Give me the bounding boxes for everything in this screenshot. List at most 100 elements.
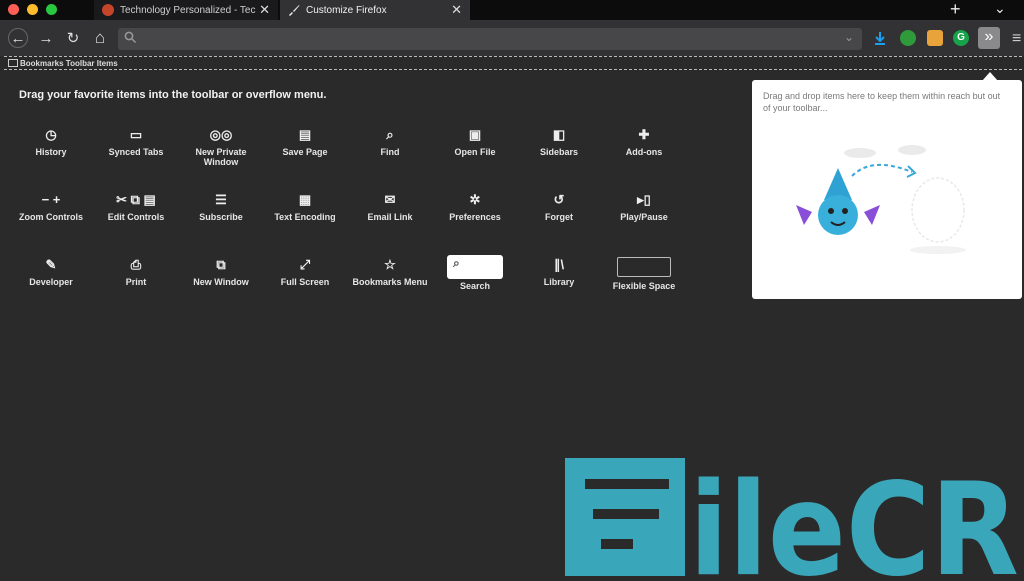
tab-technology-personalized[interactable]: Technology Personalized - Tec ✕ (94, 0, 278, 20)
palette-item-label: Add-ons (625, 147, 663, 157)
palette-item-flexible-space[interactable]: Flexible Space (604, 255, 684, 291)
palette-item-label: Text Encoding (274, 212, 336, 222)
reload-button[interactable]: ↻ (63, 28, 83, 48)
palette-item-label: Save Page (282, 147, 328, 157)
palette-item-label: Full Screen (280, 277, 330, 287)
tab-title: Customize Firefox (306, 4, 387, 16)
palette-item-new-window[interactable]: ⧉ New Window (181, 255, 261, 287)
text-encoding-icon: ▦ (298, 192, 312, 207)
palette-item-label: Forget (545, 212, 573, 222)
svg-text:ileCR: ileCR (689, 456, 1019, 576)
play-pause-icon: ▸▯ (637, 192, 651, 207)
bookmarks-menu-icon: ☆ (384, 257, 396, 272)
palette-item-bookmarks-menu[interactable]: ☆ Bookmarks Menu (350, 255, 430, 287)
palette-item-label: New Window (193, 277, 249, 287)
close-window-button[interactable] (8, 4, 19, 15)
palette-item-label: Zoom Controls (19, 212, 83, 222)
palette-item-label: Preferences (449, 212, 501, 222)
palette-item-find[interactable]: ⌕ Find (350, 125, 430, 157)
addons-icon: ✚ (638, 127, 650, 142)
palette-item-add-ons[interactable]: ✚ Add-ons (604, 125, 684, 157)
preferences-icon: ✲ (469, 192, 481, 207)
home-button[interactable]: ⌂ (90, 28, 110, 48)
chevron-down-icon[interactable]: ⌄ (844, 30, 854, 44)
palette-item-label: New Private Window (195, 147, 247, 167)
palette-item-developer[interactable]: ✎ Developer (11, 255, 91, 287)
palette-item-open-file[interactable]: ▣ Open File (435, 125, 515, 157)
zoom-window-button[interactable] (46, 4, 57, 15)
filecr-watermark: ileCR (563, 456, 1023, 581)
site-favicon-icon (102, 4, 114, 16)
print-icon: ⎙ (130, 257, 142, 272)
palette-item-label: Flexible Space (612, 281, 676, 291)
palette-item-edit-controls[interactable]: ✂ ⧉ ▤ Edit Controls (96, 190, 176, 222)
tab-customize-firefox[interactable]: Customize Firefox ✕ (280, 0, 470, 20)
sidebars-icon: ◧ (552, 127, 566, 142)
palette-item-history[interactable]: ◷ History (11, 125, 91, 157)
grammarly-icon[interactable]: G (953, 30, 969, 46)
palette-item-sidebars[interactable]: ◧ Sidebars (519, 125, 599, 157)
palette-item-play-pause[interactable]: ▸▯ Play/Pause (604, 190, 684, 222)
palette-item-new-private-window[interactable]: ◎◎ New Private Window (181, 125, 261, 167)
palette-item-label: Synced Tabs (108, 147, 164, 157)
bookmarks-toolbar-label: Bookmarks Toolbar Items (20, 58, 118, 68)
tab-title: Technology Personalized - Tec (120, 4, 256, 16)
overflow-panel[interactable]: Drag and drop items here to keep them wi… (752, 80, 1022, 299)
tab-bar: Technology Personalized - Tec ✕ Customiz… (0, 0, 1024, 20)
palette-item-label: Sidebars (539, 147, 579, 157)
palette-item-label: Print (125, 277, 147, 287)
palette-item-full-screen[interactable]: ⤢ Full Screen (265, 255, 345, 287)
url-bar[interactable]: ⌄ (118, 28, 862, 50)
extension-green-icon[interactable] (900, 30, 916, 46)
palette-item-label: Search (459, 281, 491, 291)
hamburger-menu-icon[interactable]: ≡ (1012, 30, 1024, 47)
palette-item-synced-tabs[interactable]: ▭ Synced Tabs (96, 125, 176, 157)
customize-heading: Drag your favorite items into the toolba… (19, 89, 327, 101)
tab-close-button[interactable]: ✕ (259, 2, 270, 18)
developer-icon: ✎ (45, 257, 57, 272)
bookmarks-toolbar[interactable]: Bookmarks Toolbar Items (4, 56, 1022, 70)
palette-item-forget[interactable]: ↺ Forget (519, 190, 599, 222)
palette-item-label: Find (380, 147, 400, 157)
palette-item-subscribe[interactable]: ☰ Subscribe (181, 190, 261, 222)
palette-item-save-page[interactable]: ▤ Save Page (265, 125, 345, 157)
palette-item-label: Edit Controls (107, 212, 165, 222)
find-icon: ⌕ (386, 127, 394, 142)
extension-orange-icon[interactable] (927, 30, 943, 46)
firefox-dragon-illustration (796, 145, 966, 254)
palette-item-label: History (35, 147, 67, 157)
palette-item-label: Email Link (367, 212, 413, 222)
minimize-window-button[interactable] (27, 4, 38, 15)
palette-item-label: Open File (454, 147, 496, 157)
forward-button[interactable]: → (36, 28, 56, 48)
back-button[interactable]: ← (8, 28, 28, 48)
forget-icon: ↺ (553, 192, 565, 207)
private-window-icon: ◎◎ (209, 127, 233, 142)
zoom-controls-icon: − + (41, 192, 61, 207)
palette-item-email-link[interactable]: ✉ Email Link (350, 190, 430, 222)
palette-item-search[interactable]: ⌕ Search (435, 255, 515, 291)
palette-item-library[interactable]: ∥\ Library (519, 255, 599, 287)
palette-item-text-encoding[interactable]: ▦ Text Encoding (265, 190, 345, 222)
palette-item-preferences[interactable]: ✲ Preferences (435, 190, 515, 222)
palette-item-label: Bookmarks Menu (352, 277, 428, 287)
search-icon (124, 31, 137, 49)
download-icon[interactable] (872, 30, 888, 46)
palette-item-label: Developer (29, 277, 73, 287)
open-file-icon: ▣ (468, 127, 482, 142)
search-icon: ⌕ (447, 255, 503, 279)
new-window-icon: ⧉ (216, 257, 226, 272)
bookmarks-icon (8, 59, 18, 67)
palette-item-zoom-controls[interactable]: − + Zoom Controls (11, 190, 91, 222)
flexible-space-icon (617, 257, 671, 277)
palette-item-label: Subscribe (199, 212, 243, 222)
overflow-menu-button[interactable]: » (978, 27, 1000, 49)
library-icon: ∥\ (553, 257, 565, 272)
nav-toolbar: ← → ↻ ⌂ ⌄ G » ≡ (0, 20, 1024, 56)
email-link-icon: ✉ (384, 192, 396, 207)
tab-list-chevron-icon[interactable]: ⌄ (994, 0, 1006, 17)
palette-item-print[interactable]: ⎙ Print (96, 255, 176, 287)
palette-item-label: Play/Pause (620, 212, 668, 222)
new-tab-button[interactable]: + (950, 0, 961, 20)
tab-close-button[interactable]: ✕ (451, 2, 462, 18)
